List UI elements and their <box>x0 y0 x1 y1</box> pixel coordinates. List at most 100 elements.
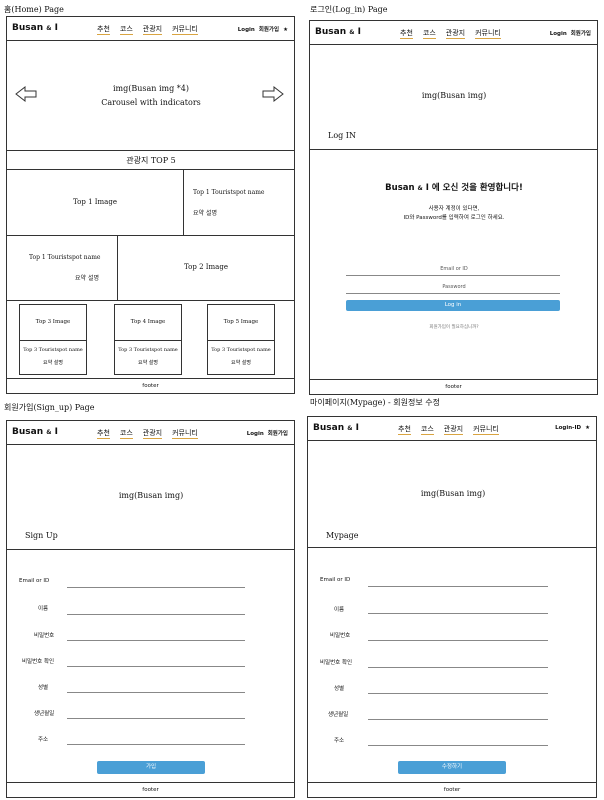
email-input[interactable]: Email or ID <box>440 266 468 272</box>
top3-name: Top 3 Touristspot name <box>23 347 83 353</box>
top4-name: Top 3 Touristspot name <box>118 347 178 353</box>
password-underline <box>346 293 560 294</box>
main-menu: 추천 코스 관광지 커뮤니티 <box>97 24 208 35</box>
login-link[interactable]: Login <box>247 431 264 437</box>
divider <box>117 235 118 300</box>
join-button[interactable]: 가입 <box>97 761 205 774</box>
menu-item-recommend[interactable]: 추천 <box>400 29 413 39</box>
divider <box>7 549 294 550</box>
main-menu: 추천 코스 관광지 커뮤니티 <box>398 424 509 435</box>
menu-item-community[interactable]: 커뮤니티 <box>475 29 501 39</box>
menu-item-spots[interactable]: 관광지 <box>142 429 163 439</box>
menu-item-spots[interactable]: 관광지 <box>142 25 163 35</box>
top1-name[interactable]: Top 1 Touristspot name <box>193 189 264 196</box>
top5-card[interactable]: Top 5 Image Top 3 Touristspot name 요약 설명 <box>207 304 275 375</box>
field-label-name: 이름 <box>334 607 345 613</box>
gender-field[interactable] <box>368 693 548 694</box>
banner-image: img(Busan img) <box>118 491 184 500</box>
top3-card[interactable]: Top 3 Image Top 3 Touristspot name 요약 설명 <box>19 304 87 375</box>
divider <box>20 340 86 341</box>
menu-item-course[interactable]: 코스 <box>422 29 436 39</box>
email-field[interactable] <box>67 587 245 588</box>
logo[interactable]: Busan & I <box>315 27 361 37</box>
top2-image[interactable]: Top 2 Image <box>184 263 228 271</box>
email-field[interactable] <box>368 586 548 587</box>
password-confirm-field[interactable] <box>67 666 245 667</box>
menu-item-recommend[interactable]: 추천 <box>398 425 411 435</box>
login-link[interactable]: Login <box>238 27 255 33</box>
divider <box>115 340 181 341</box>
top5-summary: 요약 설명 <box>231 360 251 366</box>
top1-summary: 요약 설명 <box>193 210 217 217</box>
birthdate-field[interactable] <box>67 718 245 719</box>
caption-login: 로그인(Log_in) Page <box>310 5 388 14</box>
name-field[interactable] <box>67 614 245 615</box>
field-label-name: 이름 <box>38 606 49 612</box>
footer: footer <box>310 379 597 394</box>
password-confirm-field[interactable] <box>368 667 548 668</box>
divider <box>7 169 294 170</box>
login-id-link[interactable]: Login-ID <box>555 425 581 431</box>
address-field[interactable] <box>368 745 548 746</box>
signup-link[interactable]: 회원가입 <box>259 27 279 33</box>
caption-mypage: 마이페이지(Mypage) - 회원정보 수정 <box>310 398 440 407</box>
gender-field[interactable] <box>67 692 245 693</box>
address-field[interactable] <box>67 744 245 745</box>
footer: footer <box>7 782 294 797</box>
star-icon[interactable]: ★ <box>283 27 288 33</box>
menu-item-course[interactable]: 코스 <box>420 425 434 435</box>
menu-item-course[interactable]: 코스 <box>119 429 133 439</box>
login-link[interactable]: Login <box>550 31 567 37</box>
top1b-summary: 요약 설명 <box>75 275 99 282</box>
signup-frame: Busan & I 추천 코스 관광지 커뮤니티 Login 회원가입 img(Busa… <box>6 420 295 798</box>
menu-item-community[interactable]: 커뮤니티 <box>172 429 198 439</box>
arrow-left-icon[interactable] <box>15 86 37 102</box>
signup-link[interactable]: 회원가입 <box>571 31 591 37</box>
auth-links: Login 회원가입 <box>546 29 591 37</box>
signup-prompt-link[interactable]: 회원가입이 필요하십니까? <box>429 324 478 330</box>
password-input[interactable]: Password <box>442 284 465 290</box>
menu-item-spots[interactable]: 관광지 <box>443 425 464 435</box>
login-button[interactable]: Log in <box>346 300 560 311</box>
field-label-birthdate: 생년월일 <box>34 711 55 717</box>
password-field[interactable] <box>67 640 245 641</box>
auth-links: Login 회원가입 <box>243 429 288 437</box>
menu-item-course[interactable]: 코스 <box>119 25 133 35</box>
menu-item-recommend[interactable]: 추천 <box>97 429 110 439</box>
field-label-email: Email or ID <box>320 577 351 583</box>
divider <box>7 300 294 301</box>
menu-item-community[interactable]: 커뮤니티 <box>473 425 499 435</box>
arrow-right-icon[interactable] <box>262 86 284 102</box>
navbar: Busan & I 추천 코스 관광지 커뮤니티 Login 회원가입 <box>7 421 294 445</box>
logo[interactable]: Busan & I <box>313 423 359 433</box>
divider <box>7 235 294 236</box>
top1b-name[interactable]: Top 1 Touristspot name <box>29 254 100 261</box>
signup-link[interactable]: 회원가입 <box>268 431 288 437</box>
update-button[interactable]: 수정하기 <box>398 761 506 774</box>
welcome-desc-1: 사용자 계정이 있다면, <box>428 206 480 212</box>
top4-card[interactable]: Top 4 Image Top 3 Touristspot name 요약 설명 <box>114 304 182 375</box>
logo[interactable]: Busan & I <box>12 427 58 437</box>
top1-image[interactable]: Top 1 Image <box>73 198 117 206</box>
page-title: Mypage <box>326 531 359 540</box>
menu-item-community[interactable]: 커뮤니티 <box>172 25 198 35</box>
login-frame: Busan & I 추천 코스 관광지 커뮤니티 Login 회원가입 img(Busa… <box>309 20 598 395</box>
top3-summary: 요약 설명 <box>43 360 63 366</box>
password-field[interactable] <box>368 640 548 641</box>
logo[interactable]: Busan & I <box>12 23 58 33</box>
field-label-address: 주소 <box>38 737 49 743</box>
field-label-gender: 성별 <box>334 686 345 692</box>
field-label-birthdate: 생년월일 <box>328 712 349 718</box>
navbar: Busan & I 추천 코스 관광지 커뮤니티 Login 회원가입 ★ <box>7 17 294 41</box>
name-field[interactable] <box>368 613 548 614</box>
field-label-email: Email or ID <box>19 578 50 584</box>
auth-links: Login 회원가입 ★ <box>234 25 288 33</box>
divider <box>310 149 597 150</box>
caption-signup: 회원가입(Sign_up) Page <box>4 403 95 412</box>
star-icon[interactable]: ★ <box>585 425 590 431</box>
page-title: Sign Up <box>25 531 58 540</box>
menu-item-spots[interactable]: 관광지 <box>445 29 466 39</box>
birthdate-field[interactable] <box>368 719 548 720</box>
divider <box>183 169 184 235</box>
menu-item-recommend[interactable]: 추천 <box>97 25 110 35</box>
